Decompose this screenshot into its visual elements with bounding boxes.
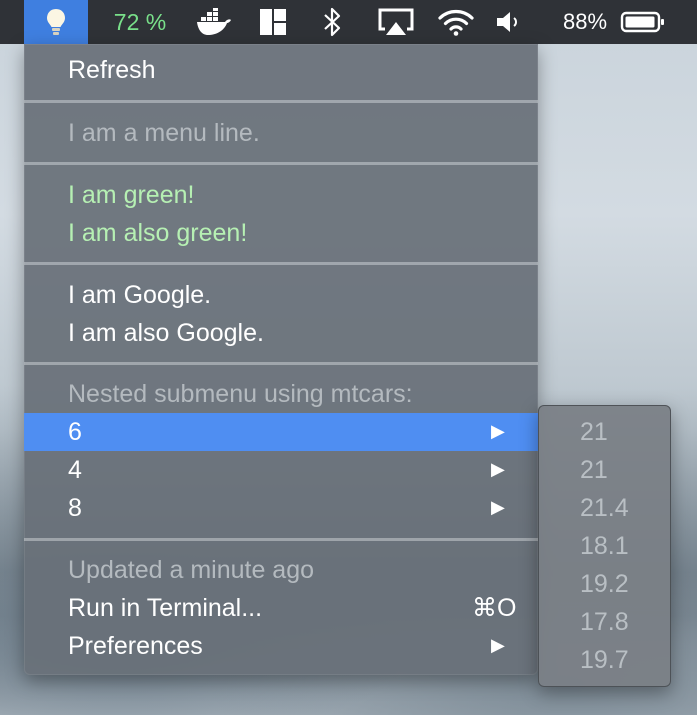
submenu-item-label: 18.1 — [580, 531, 629, 560]
dropdown-menu: Refresh I am a menu line. I am green! I … — [24, 44, 538, 675]
keyboard-shortcut: ⌘O — [472, 594, 517, 622]
airplay-icon[interactable] — [374, 0, 418, 44]
menu-item-cyl-6[interactable]: 6 ▶ — [24, 413, 538, 451]
nested-submenu: 21 21 21.4 18.1 19.2 17.8 19.7 — [538, 405, 671, 687]
submenu-arrow-icon: ▶ — [491, 459, 505, 479]
submenu-item[interactable]: 21 — [538, 451, 671, 489]
menu-item-google-2[interactable]: I am also Google. — [24, 314, 538, 352]
lightbulb-icon[interactable] — [24, 0, 88, 44]
submenu-item-label: 17.8 — [580, 607, 629, 636]
menu-separator — [24, 538, 538, 541]
submenu-item[interactable]: 21.4 — [538, 489, 671, 527]
mosaic-icon[interactable] — [256, 0, 290, 44]
submenu-arrow-icon: ▶ — [491, 497, 505, 517]
submenu-item-label: 21 — [580, 417, 608, 446]
docker-icon[interactable] — [194, 0, 234, 44]
menu-item-label: Preferences — [68, 631, 203, 660]
menu-item-label: Updated a minute ago — [68, 555, 315, 584]
menu-item-label: Run in Terminal... — [68, 593, 263, 622]
bluetooth-icon[interactable] — [318, 0, 346, 44]
updated-status: Updated a minute ago — [24, 551, 538, 589]
menu-item-label: Refresh — [68, 55, 156, 84]
cpu-usage-text[interactable]: 72 % — [106, 0, 174, 44]
menu-item-menu-line: I am a menu line. — [24, 114, 538, 152]
volume-icon[interactable] — [494, 0, 524, 44]
menu-item-green-1[interactable]: I am green! — [24, 176, 538, 214]
menu-item-google-1[interactable]: I am Google. — [24, 276, 538, 314]
menu-item-label: I am also green! — [68, 218, 248, 247]
submenu-item[interactable]: 18.1 — [538, 527, 671, 565]
submenu-item-label: 21.4 — [580, 493, 629, 522]
menu-item-preferences[interactable]: Preferences ▶ — [24, 627, 538, 665]
menu-item-refresh[interactable]: Refresh — [24, 51, 538, 89]
menu-item-label: I am a menu line. — [68, 118, 260, 147]
submenu-item-label: 21 — [580, 455, 608, 484]
submenu-arrow-icon: ▶ — [491, 635, 505, 655]
menu-item-cyl-4[interactable]: 4 ▶ — [24, 451, 538, 489]
wifi-icon[interactable] — [434, 0, 478, 44]
menu-item-cyl-8[interactable]: 8 ▶ — [24, 489, 538, 527]
submenu-arrow-icon: ▶ — [491, 421, 505, 441]
menu-item-label: I am green! — [68, 180, 195, 209]
submenu-item-label: 19.7 — [580, 645, 629, 674]
menu-item-label: 8 — [68, 493, 82, 522]
menu-separator — [24, 100, 538, 103]
menu-item-green-2[interactable]: I am also green! — [24, 214, 538, 252]
submenu-item[interactable]: 19.2 — [538, 565, 671, 603]
submenu-item[interactable]: 21 — [538, 413, 671, 451]
submenu-item[interactable]: 17.8 — [538, 603, 671, 641]
battery-percentage[interactable]: 88% — [556, 0, 614, 44]
menu-item-label: 6 — [68, 417, 82, 446]
menu-separator — [24, 262, 538, 265]
menu-item-label: I am Google. — [68, 280, 212, 309]
menu-item-label: 4 — [68, 455, 82, 484]
menu-item-label: Nested submenu using mtcars: — [68, 379, 413, 408]
submenu-header: Nested submenu using mtcars: — [24, 375, 538, 413]
submenu-item[interactable]: 19.7 — [538, 641, 671, 679]
menu-separator — [24, 362, 538, 365]
submenu-item-label: 19.2 — [580, 569, 629, 598]
menu-item-run-in-terminal[interactable]: Run in Terminal... ⌘O — [24, 589, 538, 627]
menu-separator — [24, 162, 538, 165]
battery-icon[interactable] — [618, 0, 668, 44]
menu-bar: 72 % 88% — [0, 0, 697, 44]
menu-item-label: I am also Google. — [68, 318, 264, 347]
